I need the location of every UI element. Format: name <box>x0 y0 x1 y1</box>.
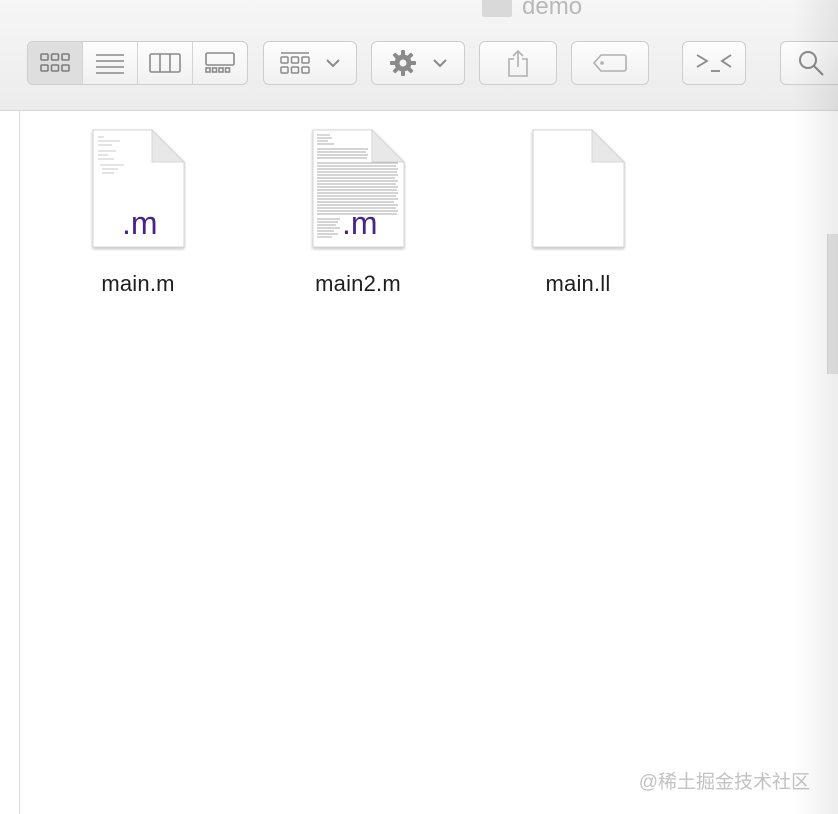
action-button[interactable] <box>371 41 465 85</box>
watermark: @稀土掘金技术社区 <box>638 772 810 793</box>
share-button[interactable] <box>479 41 557 85</box>
gallery-icon <box>205 52 235 73</box>
view-mode-control <box>27 41 248 85</box>
search-icon <box>798 51 824 76</box>
file-item-main-m[interactable]: .m main.m <box>68 127 208 297</box>
file-name-label: main.m <box>101 271 175 296</box>
terminal-icon <box>696 54 732 72</box>
objc-source-file-icon: .m <box>92 128 186 248</box>
tags-button[interactable] <box>571 41 649 85</box>
generic-file-icon <box>532 128 626 248</box>
group-grid-icon <box>280 52 310 74</box>
gear-icon <box>390 50 416 76</box>
search-button[interactable] <box>780 41 838 85</box>
list-view-button[interactable] <box>83 42 138 84</box>
file-name-label: main2.m <box>315 271 401 296</box>
chevron-down-icon <box>433 58 447 67</box>
file-item-main-ll[interactable]: main.ll <box>508 127 648 297</box>
window-title-text: demo <box>522 0 583 20</box>
scrollbar[interactable] <box>827 234 838 374</box>
tag-icon <box>593 54 627 72</box>
file-ext-label: .m <box>342 205 378 241</box>
icon-grid-icon <box>40 53 70 72</box>
file-browser-area: .m main.m .m main2.m main.ll @稀土掘金技术社区 <box>19 111 830 814</box>
chevron-down-icon <box>326 58 340 67</box>
group-button[interactable] <box>263 41 357 85</box>
icon-view-button[interactable] <box>28 42 83 84</box>
window-toolbar: demo <box>0 0 838 111</box>
list-icon <box>96 54 124 74</box>
window-title: demo <box>482 0 582 20</box>
share-icon <box>508 49 528 77</box>
folder-icon <box>482 0 512 17</box>
gallery-view-button[interactable] <box>193 42 247 84</box>
file-ext-label: .m <box>122 205 158 241</box>
terminal-button[interactable] <box>682 41 746 85</box>
file-item-main2-m[interactable]: .m main2.m <box>288 127 428 297</box>
column-view-button[interactable] <box>138 42 193 84</box>
objc-source-file-icon: .m <box>312 128 406 248</box>
columns-icon <box>149 53 181 73</box>
file-name-label: main.ll <box>545 271 611 296</box>
